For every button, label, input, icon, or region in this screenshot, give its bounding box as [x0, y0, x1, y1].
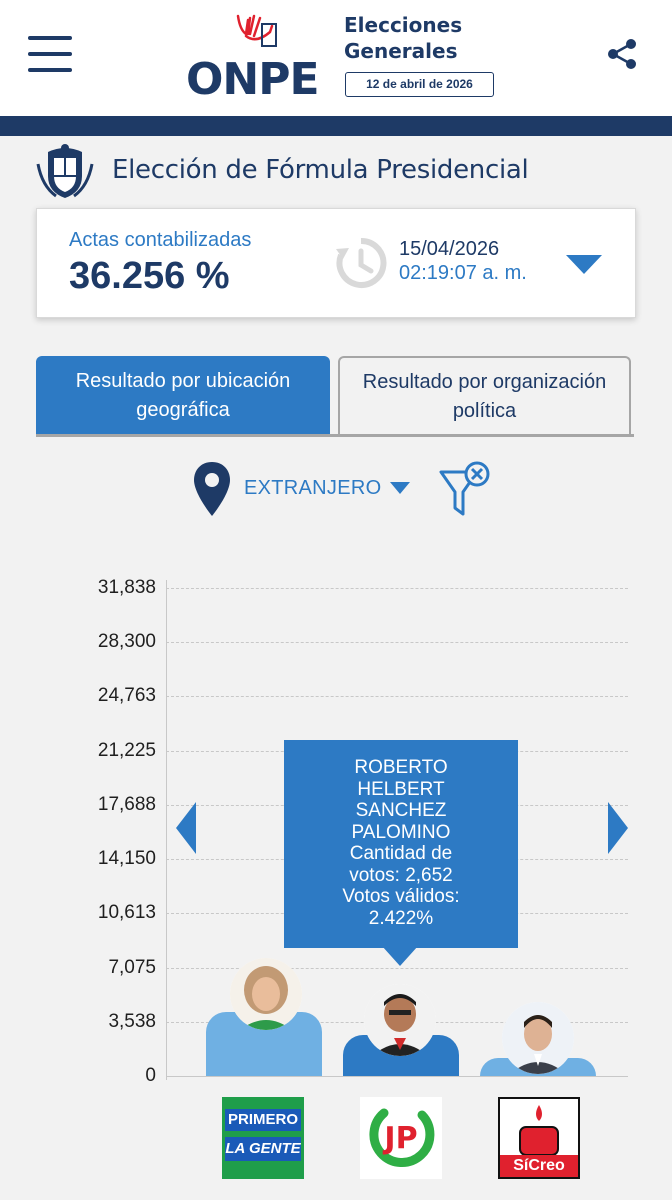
tab-ubicacion-geografica[interactable]: Resultado por ubicación geográfica — [36, 356, 330, 436]
candidate-avatar[interactable] — [364, 984, 436, 1056]
y-tick-label: 3,538 — [108, 1010, 156, 1032]
party-logo-juntos-por-el-peru[interactable]: JP — [360, 1097, 442, 1179]
y-tick-label: 14,150 — [97, 848, 156, 870]
hamburger-menu-icon[interactable] — [28, 34, 74, 74]
tooltip-line: SANCHEZ — [355, 800, 447, 821]
gridline — [166, 967, 628, 969]
actas-date: 15/04/2026 — [399, 238, 500, 260]
tooltip-line: ROBERTO — [354, 757, 448, 778]
tooltip-line: HELBERT — [357, 778, 445, 800]
onpe-logo: ONPE — [186, 10, 328, 102]
candidate-tooltip: ROBERTO HELBERT SANCHEZ PALOMINO Cantida… — [284, 740, 518, 948]
tooltip-line: Votos válidos: — [342, 886, 460, 907]
actas-timestamp: 15/04/2026 02:19:07 a. m. — [399, 237, 527, 285]
election-date: 12 de abril de 2026 — [345, 72, 494, 97]
y-tick-label: 24,763 — [97, 685, 156, 707]
page-title: Elección de Fórmula Presidencial — [112, 155, 529, 185]
gridline — [166, 588, 628, 589]
candidate-avatar[interactable] — [502, 1002, 574, 1074]
y-tick-label: 10,613 — [97, 902, 156, 924]
party-logo-si-creo[interactable]: SíCreo — [498, 1097, 580, 1179]
tab-label: Resultado por ubicación geográfica — [75, 370, 291, 421]
header-band — [0, 116, 672, 136]
election-title-line2: Generales — [344, 39, 458, 63]
party-logo-primero-la-gente[interactable]: PRIMERO LA GENTE — [222, 1097, 304, 1179]
tab-label: Resultado por organización política — [362, 371, 607, 422]
tab-divider — [36, 434, 634, 437]
gridline — [166, 642, 628, 644]
election-title-line1: Elecciones — [344, 13, 463, 37]
location-pin-icon — [194, 462, 230, 516]
tooltip-line: votos: 2,652 — [349, 864, 453, 886]
actas-time: 02:19:07 a. m. — [399, 262, 527, 284]
y-tick-label: 0 — [145, 1065, 156, 1086]
peru-coat-of-arms-icon — [36, 144, 94, 198]
y-tick-label: 7,075 — [108, 956, 156, 978]
y-axis — [166, 580, 167, 1080]
party-logo-text: JP — [384, 1121, 418, 1156]
location-select[interactable]: EXTRANJERO — [244, 477, 381, 500]
actas-label: Actas contabilizadas — [69, 229, 252, 251]
actas-card: Actas contabilizadas 36.256 % 15/04/2026… — [36, 208, 636, 318]
history-clock-icon — [336, 237, 387, 288]
party-logo-text: PRIMERO — [225, 1109, 301, 1131]
share-icon[interactable] — [604, 36, 640, 72]
party-logo-text: LA GENTE — [225, 1137, 301, 1161]
clear-filter-icon[interactable] — [437, 460, 493, 518]
caret-down-icon[interactable] — [389, 481, 411, 495]
y-tick-label: 17,688 — [97, 793, 156, 815]
election-title: Elecciones Generales — [344, 12, 504, 64]
candidate-avatar[interactable] — [230, 958, 302, 1030]
app-header: ONPE Elecciones Generales 12 de abril de… — [0, 0, 672, 116]
logo-text: ONPE — [186, 54, 320, 105]
candidate-photo — [364, 984, 436, 1056]
tooltip-line: 2.422% — [368, 907, 434, 929]
chevron-right-icon[interactable] — [606, 802, 628, 854]
caret-down-icon[interactable] — [565, 253, 603, 275]
candidate-photo — [230, 958, 302, 1030]
party-logo-text: SíCreo — [500, 1155, 578, 1177]
tooltip-line: Cantidad de — [349, 843, 453, 864]
y-tick-label: 28,300 — [97, 631, 156, 653]
baseline — [166, 1076, 628, 1077]
chevron-left-icon[interactable] — [176, 802, 198, 854]
hand-ballot-icon — [236, 14, 277, 47]
tooltip-tail — [382, 946, 418, 966]
y-tick-label: 31,838 — [97, 577, 156, 598]
gridline — [166, 696, 628, 698]
y-tick-label: 21,225 — [97, 739, 156, 761]
tooltip-line: PALOMINO — [351, 821, 451, 843]
actas-value: 36.256 % — [69, 255, 230, 297]
tab-organizacion-politica[interactable]: Resultado por organización política — [338, 356, 631, 436]
candidate-photo — [502, 1002, 574, 1074]
